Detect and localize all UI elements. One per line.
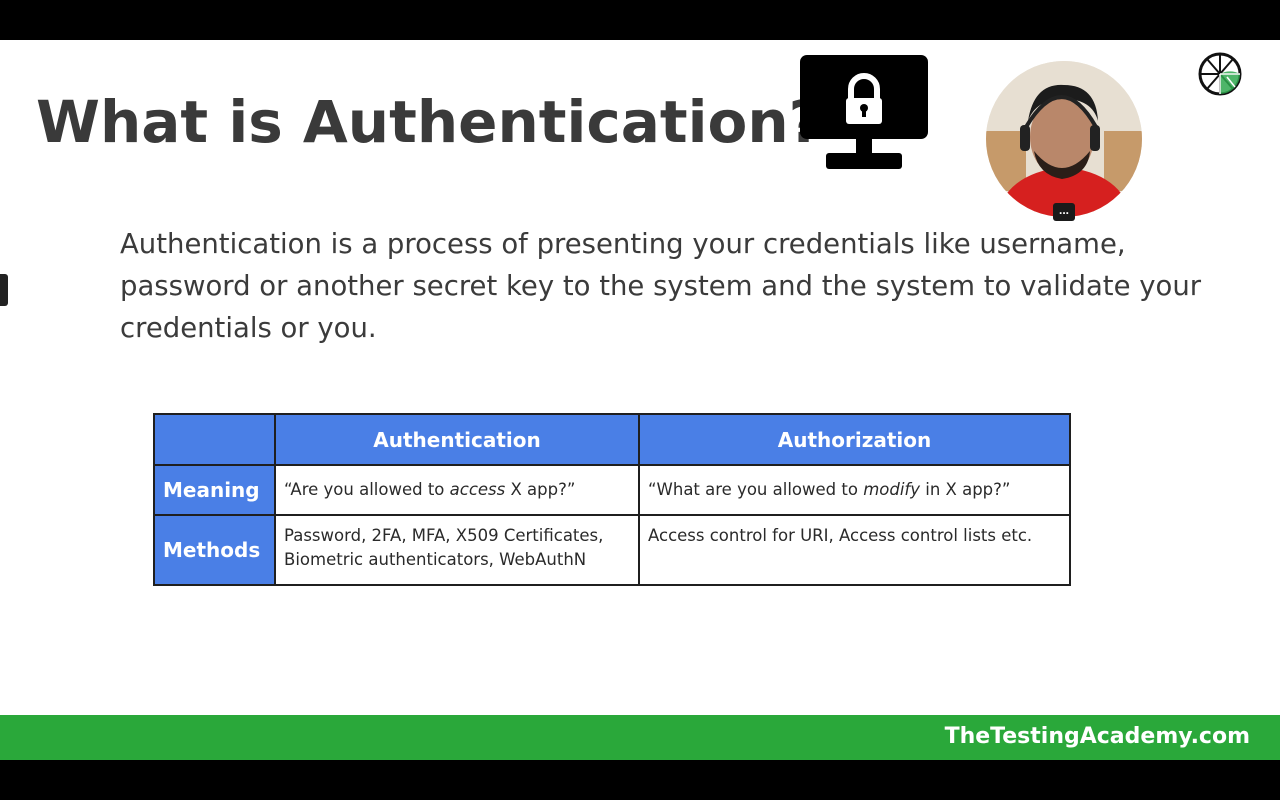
methods-authentication-cell: Password, 2FA, MFA, X509 Certificates, B…	[274, 514, 640, 586]
row-label-methods: Methods	[153, 514, 276, 586]
slide: What is Authentication? ... Authenticati…	[0, 40, 1280, 760]
monitor-lock-icon	[800, 55, 928, 176]
meaning-auth-text-end: X app?”	[505, 480, 576, 499]
meaning-auth-text-start: “Are you allowed to	[284, 480, 450, 499]
meaning-authz-text-end: in X app?”	[920, 480, 1011, 499]
comparison-table: Authentication Authorization Meaning “Ar…	[153, 413, 1071, 586]
header-authorization: Authorization	[638, 413, 1071, 466]
webcam-more-options-icon[interactable]: ...	[1053, 203, 1075, 221]
footer-bar: TheTestingAcademy.com	[0, 715, 1280, 760]
meaning-authentication-cell: “Are you allowed to access X app?”	[274, 464, 640, 516]
table-row: Methods Password, 2FA, MFA, X509 Certifi…	[153, 514, 1071, 586]
meaning-authz-text-start: “What are you allowed to	[648, 480, 864, 499]
table-row: Meaning “Are you allowed to access X app…	[153, 464, 1071, 516]
row-label-meaning: Meaning	[153, 464, 276, 516]
meaning-authorization-cell: “What are you allowed to modify in X app…	[638, 464, 1071, 516]
definition-paragraph: Authentication is a process of presentin…	[120, 228, 1202, 344]
meaning-authz-emphasis: modify	[863, 480, 920, 499]
globe-logo-icon	[1197, 51, 1243, 102]
meaning-auth-emphasis: access	[449, 480, 506, 499]
header-authentication: Authentication	[274, 413, 640, 466]
slide-title: What is Authentication?	[36, 88, 823, 156]
presenter-webcam	[986, 61, 1142, 217]
table-corner-cell	[153, 413, 276, 466]
side-panel-handle[interactable]	[0, 274, 8, 306]
footer-brand: TheTestingAcademy.com	[944, 724, 1250, 749]
methods-authorization-cell: Access control for URI, Access control l…	[638, 514, 1071, 586]
